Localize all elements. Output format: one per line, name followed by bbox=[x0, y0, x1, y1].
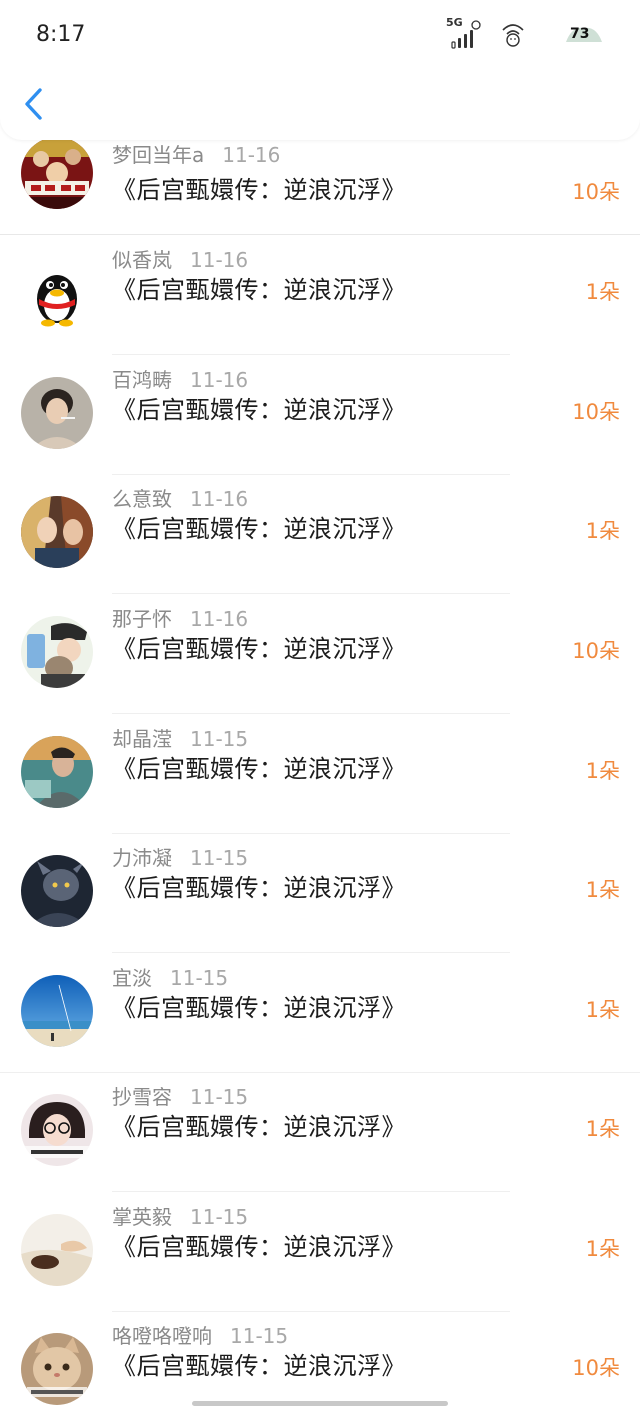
battery-icon: 73 bbox=[564, 22, 604, 46]
book-title[interactable]: 《后宫甄嬛传：逆浪沉浮》 bbox=[112, 1110, 406, 1144]
photo-avatar[interactable] bbox=[21, 1214, 93, 1286]
photo-avatar[interactable] bbox=[21, 616, 93, 688]
user-name: 抄雪容 bbox=[112, 1085, 172, 1109]
photo-avatar[interactable] bbox=[21, 1094, 93, 1166]
top-header: 8:17 5G 73 bbox=[0, 0, 640, 140]
flower-count: 1朵 bbox=[585, 519, 620, 543]
gift-date: 11-15 bbox=[190, 846, 249, 870]
book-title[interactable]: 《后宫甄嬛传：逆浪沉浮》 bbox=[112, 1349, 406, 1383]
battery-level: 73 bbox=[570, 26, 590, 42]
gift-date: 11-15 bbox=[170, 966, 229, 990]
book-title[interactable]: 《后宫甄嬛传：逆浪沉浮》 bbox=[112, 752, 406, 786]
user-name: 掌英毅 bbox=[112, 1205, 172, 1229]
user-name: 百鸿畴 bbox=[112, 368, 172, 392]
gift-date: 11-16 bbox=[190, 368, 249, 392]
gift-record-list: 梦回当年a 11-16 《后宫甄嬛传：逆浪沉浮》 10朵 似香岚 11-16 《后宫… bbox=[0, 0, 640, 1408]
gift-date: 11-15 bbox=[190, 727, 249, 751]
movie-poster-avatar[interactable] bbox=[21, 137, 93, 209]
list-item[interactable]: 力沛凝 11-15 《后宫甄嬛传：逆浪沉浮》 1朵 bbox=[0, 833, 640, 953]
list-item[interactable]: 么意致 11-16 《后宫甄嬛传：逆浪沉浮》 1朵 bbox=[0, 474, 640, 594]
list-item[interactable]: 百鸿畴 11-16 《后宫甄嬛传：逆浪沉浮》 10朵 bbox=[0, 355, 640, 475]
list-item[interactable]: 宜淡 11-15 《后宫甄嬛传：逆浪沉浮》 1朵 bbox=[0, 953, 640, 1073]
flower-count: 1朵 bbox=[585, 1237, 620, 1261]
book-title[interactable]: 《后宫甄嬛传：逆浪沉浮》 bbox=[112, 1230, 406, 1264]
chevron-left-icon bbox=[25, 88, 42, 120]
status-time: 8:17 bbox=[36, 22, 86, 47]
flower-count: 1朵 bbox=[585, 998, 620, 1022]
gift-date: 11-15 bbox=[230, 1324, 289, 1348]
list-item[interactable]: 却晶滢 11-15 《后宫甄嬛传：逆浪沉浮》 1朵 bbox=[0, 714, 640, 834]
flower-count: 1朵 bbox=[585, 280, 620, 304]
list-item[interactable]: 似香岚 11-16 《后宫甄嬛传：逆浪沉浮》 1朵 bbox=[0, 235, 640, 355]
user-name: 梦回当年a bbox=[112, 143, 205, 167]
book-title[interactable]: 《后宫甄嬛传：逆浪沉浮》 bbox=[112, 512, 406, 546]
signal-icon: 5G bbox=[446, 16, 486, 52]
gift-date: 11-15 bbox=[190, 1205, 249, 1229]
book-title[interactable]: 《后宫甄嬛传：逆浪沉浮》 bbox=[112, 173, 406, 207]
book-title[interactable]: 《后宫甄嬛传：逆浪沉浮》 bbox=[112, 273, 406, 307]
list-item[interactable]: 抄雪容 11-15 《后宫甄嬛传：逆浪沉浮》 1朵 bbox=[0, 1072, 640, 1192]
user-name: 却晶滢 bbox=[112, 727, 172, 751]
flower-count: 1朵 bbox=[585, 1117, 620, 1141]
photo-avatar[interactable] bbox=[21, 496, 93, 568]
book-title[interactable]: 《后宫甄嬛传：逆浪沉浮》 bbox=[112, 632, 406, 666]
user-name: 似香岚 bbox=[112, 248, 172, 272]
photo-avatar[interactable] bbox=[21, 855, 93, 927]
list-item[interactable]: 咯噔咯噔响 11-15 《后宫甄嬛传：逆浪沉浮》 10朵 bbox=[0, 1311, 640, 1408]
home-indicator[interactable] bbox=[192, 1401, 448, 1406]
flower-count: 1朵 bbox=[585, 759, 620, 783]
back-button[interactable] bbox=[20, 84, 46, 124]
beach-avatar[interactable] bbox=[21, 975, 93, 1047]
gift-date: 11-16 bbox=[190, 487, 249, 511]
user-name: 力沛凝 bbox=[112, 846, 172, 870]
user-name: 么意致 bbox=[112, 487, 172, 511]
qq-penguin-avatar[interactable] bbox=[21, 257, 93, 329]
flower-count: 10朵 bbox=[572, 180, 620, 204]
book-title[interactable]: 《后宫甄嬛传：逆浪沉浮》 bbox=[112, 393, 406, 427]
photo-avatar[interactable] bbox=[21, 377, 93, 449]
gift-date: 11-16 bbox=[190, 607, 249, 631]
gift-date: 11-16 bbox=[222, 143, 281, 167]
wifi-icon bbox=[500, 18, 526, 48]
list-item[interactable]: 掌英毅 11-15 《后宫甄嬛传：逆浪沉浮》 1朵 bbox=[0, 1192, 640, 1312]
gift-date: 11-16 bbox=[190, 248, 249, 272]
flower-count: 10朵 bbox=[572, 400, 620, 424]
flower-count: 10朵 bbox=[572, 639, 620, 663]
cat-avatar[interactable] bbox=[21, 1333, 93, 1405]
book-title[interactable]: 《后宫甄嬛传：逆浪沉浮》 bbox=[112, 871, 406, 905]
flower-count: 10朵 bbox=[572, 1356, 620, 1380]
user-name: 那子怀 bbox=[112, 607, 172, 631]
user-name: 宜淡 bbox=[112, 966, 152, 990]
gift-date: 11-15 bbox=[190, 1085, 249, 1109]
book-title[interactable]: 《后宫甄嬛传：逆浪沉浮》 bbox=[112, 991, 406, 1025]
list-item[interactable]: 那子怀 11-16 《后宫甄嬛传：逆浪沉浮》 10朵 bbox=[0, 594, 640, 714]
photo-avatar[interactable] bbox=[21, 736, 93, 808]
flower-count: 1朵 bbox=[585, 878, 620, 902]
user-name: 咯噔咯噔响 bbox=[112, 1324, 212, 1348]
